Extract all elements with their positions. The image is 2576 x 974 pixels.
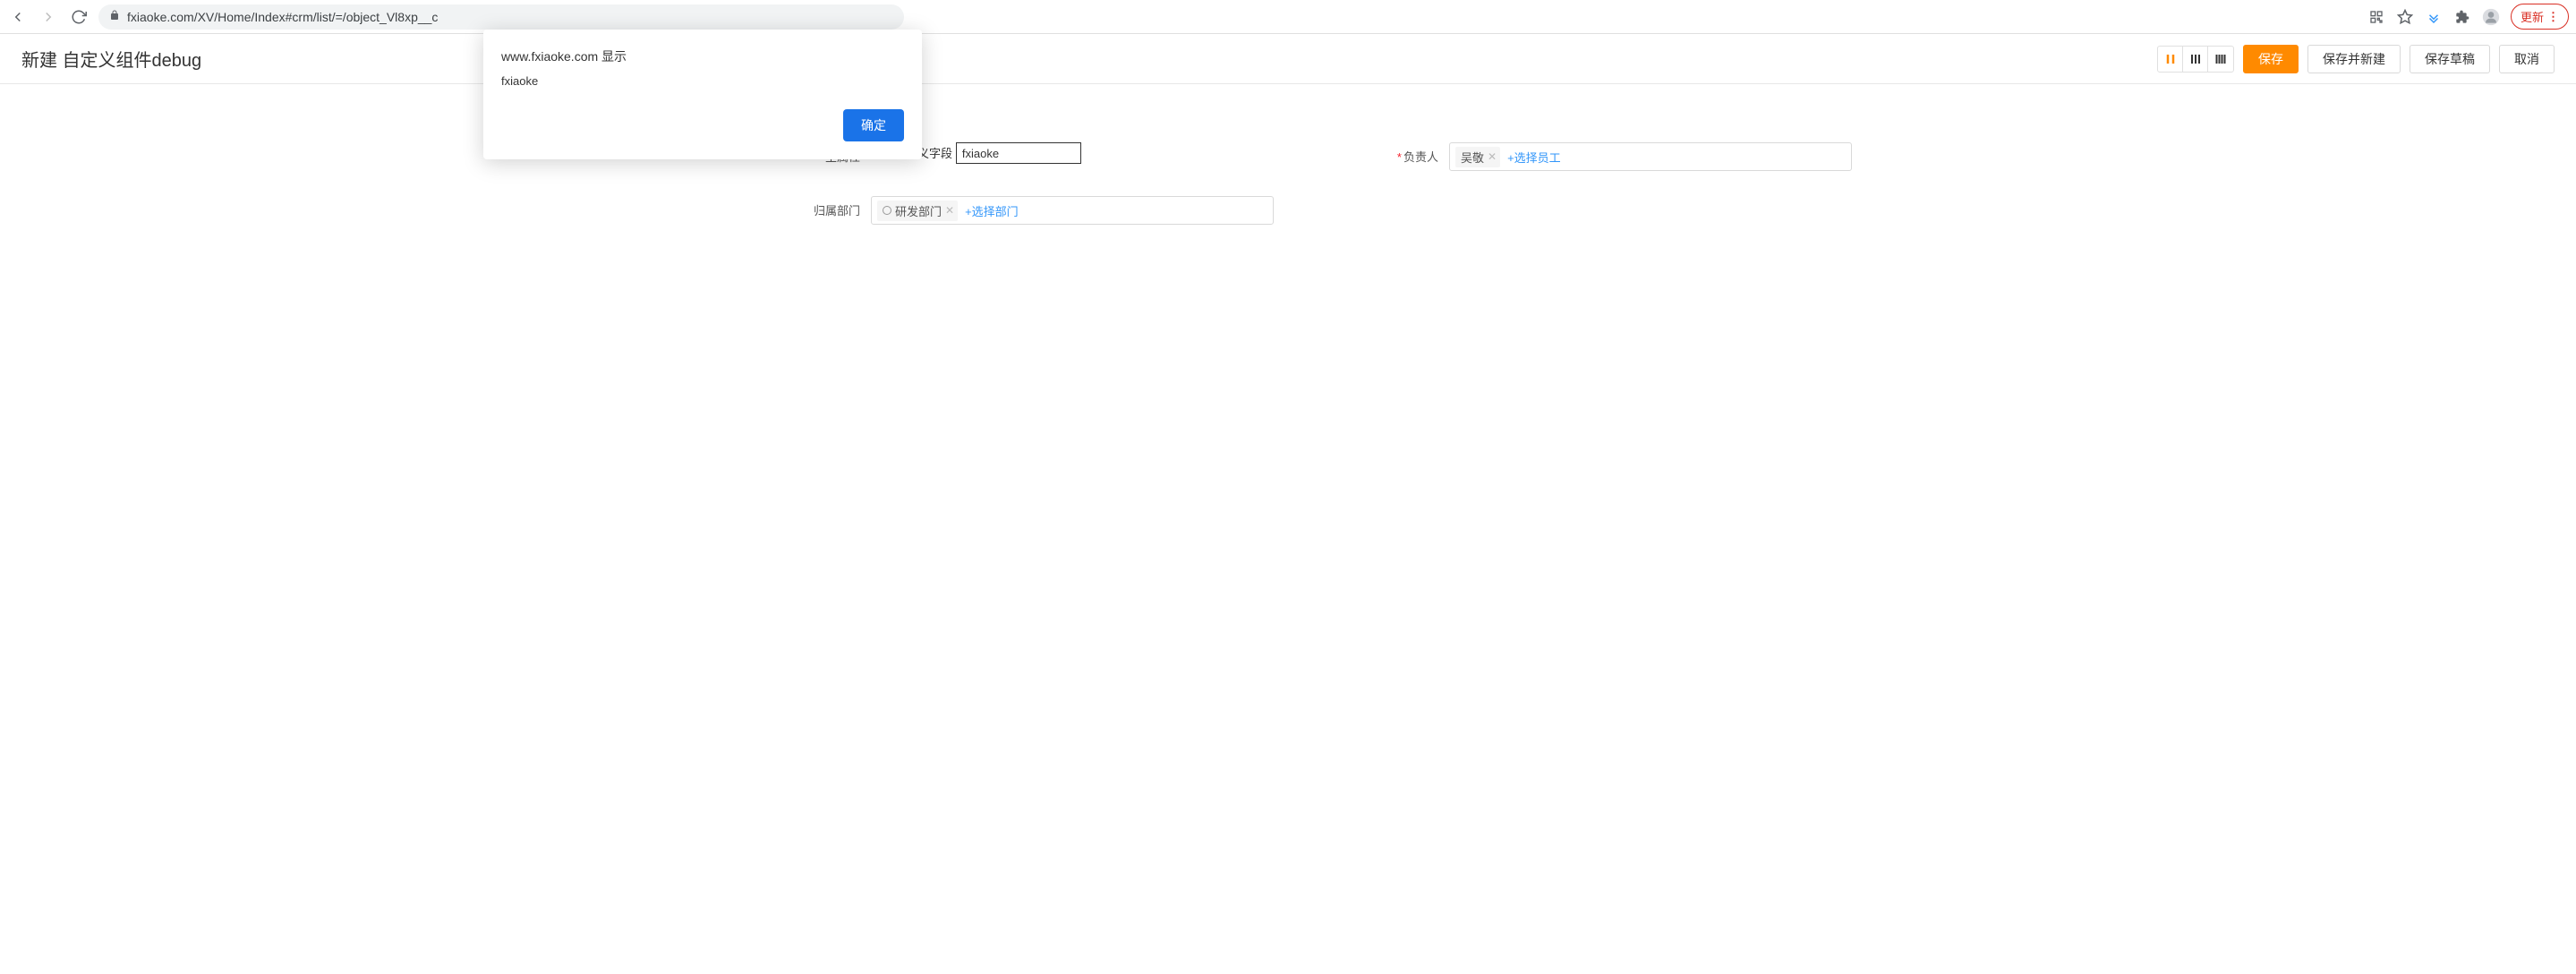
add-employee-link[interactable]: +选择员工 — [1504, 149, 1561, 166]
forward-button[interactable] — [38, 6, 59, 28]
owner-label: *负责人 — [1369, 142, 1449, 165]
add-department-link[interactable]: +选择部门 — [961, 202, 1019, 219]
page-title: 新建 自定义组件debug — [21, 46, 201, 72]
circle-icon — [883, 206, 891, 215]
layout-3col-button[interactable] — [2183, 47, 2208, 72]
lock-icon — [109, 10, 120, 23]
qr-icon[interactable] — [2367, 8, 2385, 26]
department-tag-label: 研发部门 — [895, 202, 942, 219]
address-bar[interactable]: fxiaoke.com/XV/Home/Index#crm/list/=/obj… — [98, 4, 904, 30]
url-text: fxiaoke.com/XV/Home/Index#crm/list/=/obj… — [127, 10, 438, 24]
profile-icon[interactable] — [2482, 8, 2500, 26]
department-input[interactable]: 研发部门 ✕ +选择部门 — [871, 196, 1274, 225]
browser-toolbar: fxiaoke.com/XV/Home/Index#crm/list/=/obj… — [0, 0, 2576, 34]
reload-button[interactable] — [68, 6, 90, 28]
download-icon[interactable] — [2425, 8, 2443, 26]
owner-input[interactable]: 吴敬 ✕ +选择员工 — [1449, 142, 1852, 171]
cancel-button[interactable]: 取消 — [2499, 45, 2555, 73]
main-attr-input[interactable]: fxiaoke — [956, 142, 1081, 164]
layout-toggle — [2157, 46, 2234, 73]
update-label: 更新 — [2521, 8, 2544, 25]
layout-4col-button[interactable] — [2208, 47, 2233, 72]
back-button[interactable] — [7, 6, 29, 28]
menu-icon: ⋮ — [2547, 10, 2559, 24]
save-button[interactable]: 保存 — [2243, 45, 2299, 73]
department-label: 归属部门 — [790, 196, 871, 218]
extensions-icon[interactable] — [2453, 8, 2471, 26]
required-indicator: * — [1397, 150, 1402, 164]
owner-tag: 吴敬 ✕ — [1455, 147, 1500, 167]
alert-message: fxiaoke — [501, 74, 904, 88]
save-and-new-button[interactable]: 保存并新建 — [2307, 45, 2401, 73]
alert-dialog: www.fxiaoke.com 显示 fxiaoke 确定 — [483, 30, 922, 159]
alert-confirm-button[interactable]: 确定 — [843, 109, 904, 141]
save-draft-button[interactable]: 保存草稿 — [2410, 45, 2490, 73]
star-icon[interactable] — [2396, 8, 2414, 26]
remove-tag-icon[interactable]: ✕ — [945, 204, 954, 217]
layout-2col-button[interactable] — [2158, 47, 2183, 72]
department-tag: 研发部门 ✕ — [877, 201, 958, 221]
form-row: 归属部门 研发部门 ✕ +选择部门 — [629, 196, 1947, 225]
remove-tag-icon[interactable]: ✕ — [1488, 150, 1497, 163]
page-header: 新建 自定义组件debug 保存 保存并新建 保存草稿 取消 — [0, 34, 2576, 84]
owner-tag-label: 吴敬 — [1461, 149, 1484, 166]
update-button[interactable]: 更新 ⋮ — [2511, 4, 2569, 30]
alert-title: www.fxiaoke.com 显示 — [501, 47, 904, 65]
